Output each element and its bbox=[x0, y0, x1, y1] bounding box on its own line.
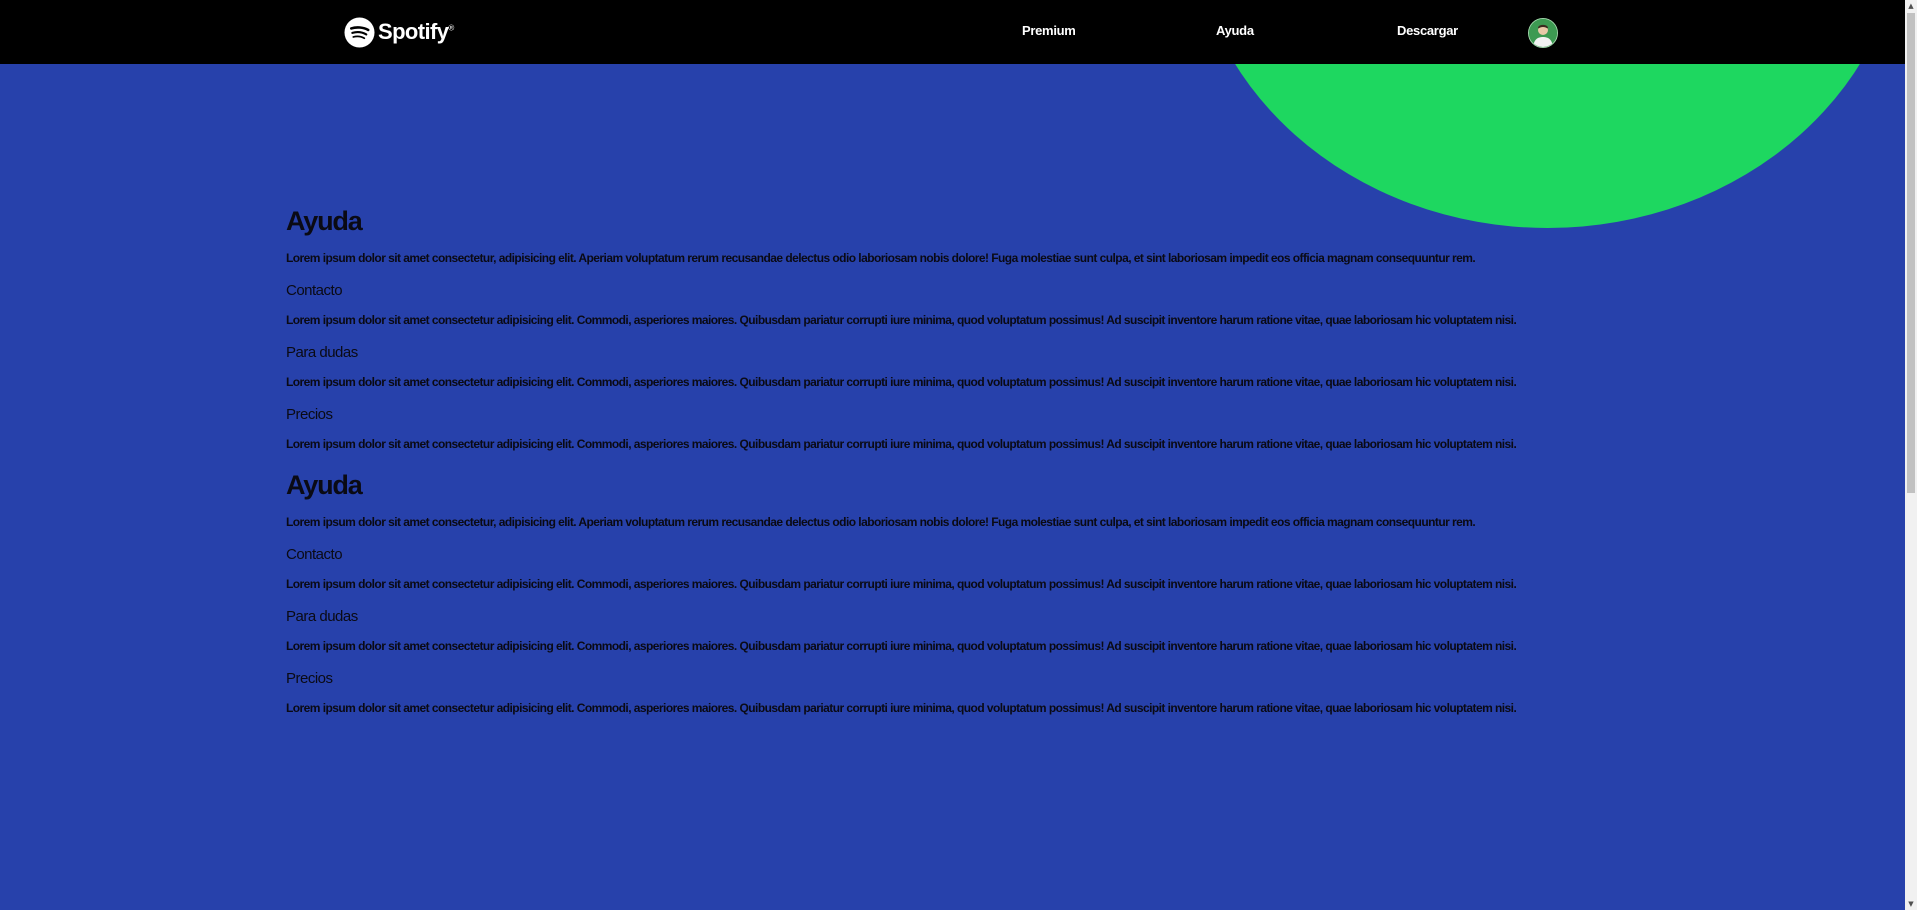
spotify-logo[interactable]: Spotify® bbox=[344, 16, 454, 48]
section-title: Ayuda bbox=[286, 206, 363, 236]
top-navbar: Spotify® Premium Ayuda Descargar bbox=[0, 0, 1905, 64]
subsection-heading-contacto: Contacto bbox=[286, 546, 343, 563]
section-title: Ayuda bbox=[286, 470, 363, 500]
user-avatar[interactable] bbox=[1528, 18, 1558, 48]
subsection-heading-para-dudas: Para dudas bbox=[286, 608, 358, 625]
subsection-heading-para-dudas: Para dudas bbox=[286, 344, 358, 361]
logo-wordmark: Spotify bbox=[378, 19, 449, 44]
registered-mark: ® bbox=[448, 23, 454, 33]
scroll-down-arrow-icon[interactable]: ▼ bbox=[1905, 898, 1917, 910]
section-intro: Lorem ipsum dolor sit amet consectetur, … bbox=[286, 515, 1476, 529]
subsection-heading-contacto: Contacto bbox=[286, 282, 343, 299]
nav-link-premium[interactable]: Premium bbox=[1022, 23, 1076, 38]
subsection-text: Lorem ipsum dolor sit amet consectetur a… bbox=[286, 639, 1517, 653]
page-viewport: Spotify® Premium Ayuda Descargar Ayuda L… bbox=[0, 0, 1905, 910]
scrollbar-thumb[interactable] bbox=[1907, 13, 1915, 493]
nav-link-ayuda[interactable]: Ayuda bbox=[1216, 23, 1254, 38]
spotify-logo-text: Spotify® bbox=[378, 21, 454, 43]
subsection-text: Lorem ipsum dolor sit amet consectetur a… bbox=[286, 313, 1517, 327]
subsection-heading-precios: Precios bbox=[286, 670, 333, 687]
scroll-up-arrow-icon[interactable]: ▲ bbox=[1905, 0, 1917, 12]
spotify-logo-icon bbox=[344, 16, 375, 48]
user-avatar-icon bbox=[1529, 19, 1557, 47]
subsection-text: Lorem ipsum dolor sit amet consectetur a… bbox=[286, 437, 1517, 451]
section-intro: Lorem ipsum dolor sit amet consectetur, … bbox=[286, 251, 1476, 265]
nav-link-descargar[interactable]: Descargar bbox=[1397, 23, 1458, 38]
subsection-text: Lorem ipsum dolor sit amet consectetur a… bbox=[286, 375, 1517, 389]
subsection-text: Lorem ipsum dolor sit amet consectetur a… bbox=[286, 701, 1517, 715]
subsection-heading-precios: Precios bbox=[286, 406, 333, 423]
vertical-scrollbar[interactable]: ▲ ▼ bbox=[1905, 0, 1917, 910]
subsection-text: Lorem ipsum dolor sit amet consectetur a… bbox=[286, 577, 1517, 591]
